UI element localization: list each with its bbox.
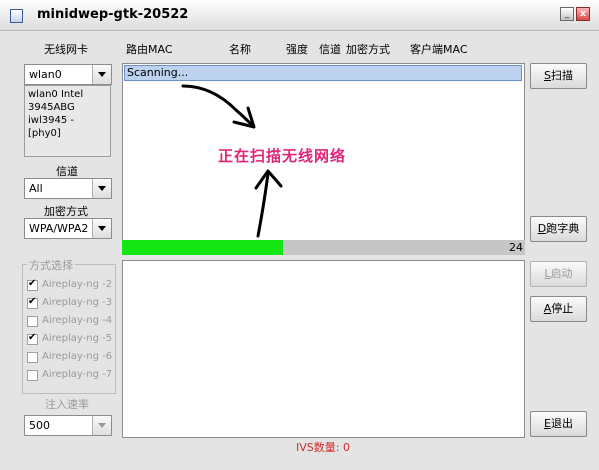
start-button[interactable]: L启动 — [530, 261, 587, 287]
quit-button[interactable]: E退出 — [530, 411, 587, 437]
annotation-text: 正在扫描无线网络 — [218, 147, 347, 165]
log-panel[interactable] — [122, 260, 525, 438]
progress-value: 24 — [509, 241, 523, 254]
main-window: minidwep-gtk-20522 _ x 无线网卡 wlan0 wlan0 … — [0, 0, 599, 470]
stop-button[interactable]: A停止 — [530, 296, 587, 322]
scan-button[interactable]: S扫描 — [530, 63, 587, 89]
progress-fill — [122, 240, 284, 255]
ivs-count: IVS数量: 0 — [296, 441, 350, 454]
dictionary-button[interactable]: D跑字典 — [530, 216, 587, 242]
progress-bar: 24 — [122, 240, 525, 255]
